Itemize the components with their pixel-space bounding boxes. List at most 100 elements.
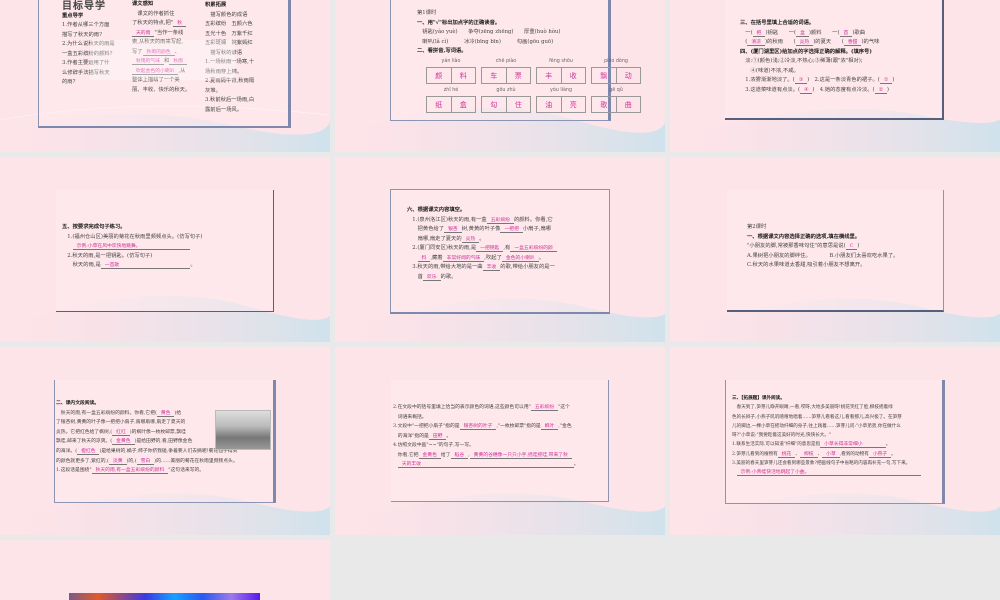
character-answer: 盒 xyxy=(459,100,467,109)
watermark xyxy=(90,40,235,80)
text-line: 天的丰收 。 xyxy=(393,460,608,470)
text-line: "小朋友的脚,常被那香味勾住"的意思是说(C) xyxy=(747,242,947,252)
question-text: ) xyxy=(857,243,860,249)
slide-thumbnail-8[interactable]: 2.在文段中的括号里填上恰当的表示颜色的词语,这些颜色可以用" 五彩缤纷 "这个 词… xyxy=(335,347,665,535)
slide-thumbnail-10[interactable] xyxy=(0,540,330,600)
question-text: ,"金色 xyxy=(558,424,572,429)
text-line: 五光十色 万紫千红 xyxy=(205,30,270,40)
question-text: 灰堆。 xyxy=(205,87,221,94)
question-text: 3.秋前秋后一场雨,白 xyxy=(205,97,255,103)
pinyin-label: yán liào xyxy=(441,59,461,64)
slide-thumbnail-1[interactable]: 目标导学 重点导学 1.作者从哪三个方面 描写了秋天的雨? 2.为什么说秋天的雨是 一盒… xyxy=(0,0,330,152)
pinyin-word: gē qǔ 歌曲 xyxy=(591,88,641,113)
question-text: 的雨? xyxy=(62,79,76,85)
text-line: 词语来概括。 xyxy=(393,413,608,423)
question-text: 扇哪,扇走了夏天的 xyxy=(407,235,462,242)
text-line: 扇哪,扇走了夏天的 炎热。 xyxy=(407,235,607,245)
slide-thumbnail-2[interactable]: 第1课时 一、用"√"标出加点字的正确读音。 钥匙(yào yuè) 争夺(zēn… xyxy=(335,0,665,152)
slide-title: 目标导学 xyxy=(62,1,106,12)
question-text: ,吹起了 xyxy=(484,254,502,261)
question-text: 一、用"√"标出加点字的正确读音。 xyxy=(417,19,501,26)
text-line: 1.(福州仓山区)美丽的菊花在秋雨里频频点头。(仿写句子) xyxy=(62,233,272,243)
question-text: 炎热。它把红色给了枫树,( xyxy=(56,429,113,435)
question-text: 3.这道菜味道有点淡。( xyxy=(740,86,801,93)
slide-thumbnail-9[interactable]: 三、【拓展题】课外阅读。 春天到了,笋芽儿睁开眼睛,一看,哎呀,大地多美丽呀!桃… xyxy=(670,347,1000,535)
question-text: )是给田野的,看,田野像金色 xyxy=(134,439,193,445)
section-heading: 课文感知 xyxy=(132,0,197,10)
text-line: 首欢乐 的歌。 xyxy=(407,273,607,283)
character-boxes: 车票 xyxy=(481,67,531,84)
question-text: 四、(厦门湖里区)给加点的字选择正确的解释。(填序号) xyxy=(740,48,872,55)
text-line: 第2课时 xyxy=(747,223,947,233)
answer-text: 黄色 xyxy=(156,410,175,417)
question-text: )歌曲 xyxy=(852,29,866,36)
slide-content: 六、根据课文内容填空。 1.(泉州洛江区)秋天的雨,有一盒 五彩缤纷 的颜料。你看,… xyxy=(407,206,607,282)
answer-text: 非常好闻的气味 xyxy=(442,255,485,262)
slide-thumbnail-5[interactable]: 六、根据课文内容填空。 1.(泉州洛江区)秋天的雨,有一盒 五彩缤纷 的颜料。你看,… xyxy=(335,157,665,342)
question-text: 积累拓展 xyxy=(205,2,227,8)
answer-text: 银杏 xyxy=(444,227,462,233)
question-text: )的气味 xyxy=(861,39,880,45)
slide-content: 三、在括号里填上合适的词语。 一(把)钥匙 一(盒)颜料 一(首)歌曲 (清凉)… xyxy=(740,19,940,95)
question-text: ,"一枚枚邮票"指的是 xyxy=(496,424,541,429)
text-line: 的海洋"指的是 田野。 xyxy=(393,432,608,442)
text-line: 淡:①(颜色)浅;②冷淡,不热心;③稀薄(跟"浓"相对); xyxy=(740,57,940,67)
text-line: 五彩缤纷 五颜六色 xyxy=(205,20,270,30)
text-line: 3.这道菜味道有点淡。(④) 4.她的态度有点冷淡。(②) xyxy=(740,86,940,96)
character-boxes: 勾住 xyxy=(481,96,531,113)
question-text: 1.(泉州洛江区)秋天的雨,有一盒 xyxy=(407,216,487,223)
answer-text: 丰收 xyxy=(482,265,501,271)
question-text: 1.(福州仓山区)美丽的菊花在秋雨里频频点头。(仿写句子) xyxy=(62,233,203,240)
tree-photo xyxy=(215,410,271,450)
character-answer: 收 xyxy=(569,71,577,80)
question-text: 秋天的雨,有一盒五彩缤纷的颜料。你看,它把( xyxy=(56,410,157,416)
answer-text: 银杏树的叶子 xyxy=(459,424,497,430)
pinyin-word: piāo dòng 飘动 xyxy=(591,59,641,84)
question-text: "这句话来写的。 xyxy=(168,468,205,474)
question-text: 2.在文段中的括号里填上恰当的表示颜色的词语,这些颜色可以用" xyxy=(393,405,531,410)
pinyin-word: chē piào 车票 xyxy=(481,59,531,84)
question-text: 重点导学 xyxy=(62,12,84,19)
answer-text: 五彩缤纷 xyxy=(486,217,514,224)
question-text: 的歌。 xyxy=(440,273,457,280)
question-text: 呀?"小草说:"我要趁着这美好的时光,快快长大。" xyxy=(732,433,832,439)
question-text: 淡:①(颜色)浅;②冷淡,不热心;③稀薄(跟"浓"相对); xyxy=(740,58,863,64)
answer-text: 示例:小草在风中欢快地跳舞。 xyxy=(72,244,191,250)
answer-text: C xyxy=(845,244,858,250)
question-text: 课文感知 xyxy=(132,1,154,7)
question-text: 露前后一场风。 xyxy=(205,106,243,113)
question-text: 首 xyxy=(407,273,423,280)
slide-thumbnail-6[interactable]: 第2课时 一、根据课文内容选择正确的选项,填在横线里。 "小朋友的脚,常被那香味勾住… xyxy=(670,157,1000,342)
character-answer: 曲 xyxy=(624,100,632,109)
answer-text: 清凉 xyxy=(747,40,765,46)
answer-text: ③ xyxy=(794,78,808,84)
text-line: 料 ,藏着 非常好闻的气味 ,吹起了 金色的小喇叭。 xyxy=(407,254,607,264)
slide-thumbnail-7[interactable]: 二、课内文段阅读。 秋天的雨,有一盒五彩缤纷的颜料。你看,它把(黄色)给 了银杏树… xyxy=(0,347,330,535)
text-line: 1.(泉州洛江区)秋天的雨,有一盒 五彩缤纷 的颜料。你看,它 xyxy=(407,216,607,226)
question-text: )的夏天 ( xyxy=(813,39,844,45)
answer-text: 天的雨 xyxy=(132,30,155,37)
text-line: 示例:小草在风中欢快地跳舞。 xyxy=(62,242,272,252)
text-line: 钥匙(yào yuè) 争夺(zēng zhēng) 厚重(huò hòu) xyxy=(417,28,607,38)
question-text: ) 4.她的态度有点冷淡。( xyxy=(812,86,875,93)
question-text: 了银杏树,黄黄的叶子像一把把小扇子,扇哪扇哪,扇走了夏天的 xyxy=(56,420,186,426)
answer-text: 黄黄的谷穗像一只只小手,摇哇摇哇,带来了秋 xyxy=(469,452,572,459)
slide-thumbnail-4[interactable]: 五、按要求完成句子练习。 1.(福州仓山区)美丽的菊花在秋雨里频频点头。(仿写句… xyxy=(0,157,330,342)
question-text: 的歌,带给小朋友的是一 xyxy=(500,264,555,270)
question-text: 的颜料。你看,它 xyxy=(513,216,553,223)
answer-text: 一首歌 xyxy=(100,263,191,269)
character-boxes: 歌曲 xyxy=(591,96,641,113)
character-answer: 车 xyxy=(482,68,507,83)
question-text: 。 xyxy=(891,451,896,457)
question-text: 。 xyxy=(479,235,485,242)
question-text: ) xyxy=(892,77,895,83)
answer-text: 柳枝 xyxy=(799,451,818,458)
question-text: 2.(厦门同安区)秋天的雨,是 xyxy=(407,245,477,251)
answer-text: 一盒五彩缤纷的颜 xyxy=(510,246,557,252)
question-text: 钥匙(yào yuè) 争夺(zēng zhēng) 厚重(huò hòu) xyxy=(417,29,561,35)
question-text: 词语来概括。 xyxy=(393,414,427,420)
question-text: 。 xyxy=(538,254,544,261)
slide-thumbnail-3[interactable]: 三、在括号里填上合适的词语。 一(把)钥匙 一(盒)颜料 一(首)歌曲 (清凉)… xyxy=(670,0,1000,152)
question-text: 1.浓雾渐渐地淡了。( xyxy=(740,77,795,83)
pinyin-word: yóu liàng 油亮 xyxy=(536,88,586,113)
